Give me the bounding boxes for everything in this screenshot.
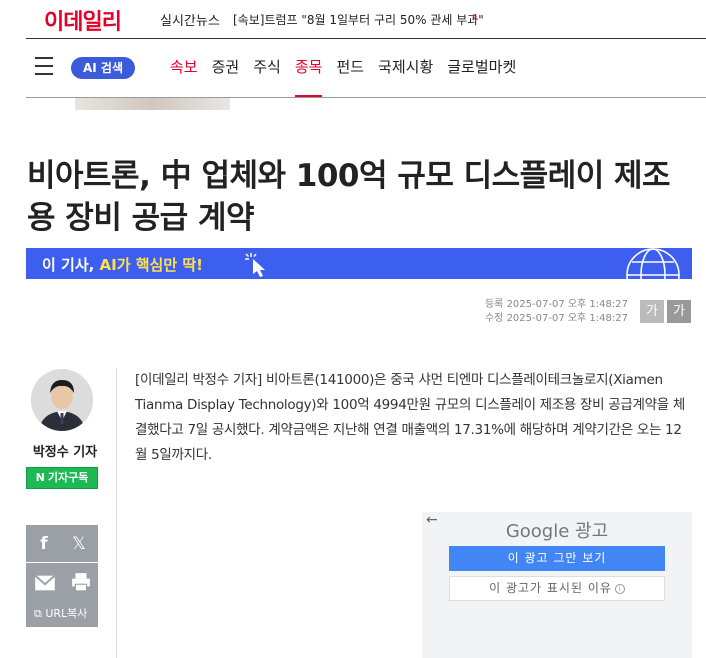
ad-title: Google 광고 (505, 521, 609, 542)
google-ad: ← Google 광고 이 광고 그만 보기 이 광고가 표시된 이유 i (422, 512, 692, 658)
registered-date: 등록 2025-07-07 오후 1:48:27 (484, 299, 628, 310)
sidebar-divider (116, 368, 117, 658)
globe-icon (626, 248, 680, 279)
nav-item-stocks[interactable]: 주식 (253, 56, 281, 98)
why-ad-button[interactable]: 이 광고가 표시된 이유 i (449, 576, 665, 601)
url-copy-button[interactable]: ⧉ URL복사 (34, 605, 87, 621)
link-icon: ⧉ (34, 607, 46, 620)
cursor-click-icon (245, 253, 265, 277)
stop-ad-button[interactable]: 이 광고 그만 보기 (449, 546, 665, 571)
share-row-url[interactable]: ⧉ URL복사 (26, 601, 98, 627)
ai-search-button[interactable]: AI 검색 (71, 57, 135, 79)
nav-item-intl-market[interactable]: 국제시황 (378, 56, 433, 98)
realtime-news-label[interactable]: 실시간뉴스 (160, 10, 220, 29)
email-icon[interactable] (34, 573, 56, 593)
font-size-large-button[interactable]: 가 (667, 300, 691, 323)
article-headline: 비아트론, 中 업체와 100억 규모 디스플레이 제조용 장비 공급 계약 (27, 158, 671, 236)
top-bar: 이데일리 실시간뉴스 [속보]트럼프 "8월 1일부터 구리 50% 관세 부과… (0, 0, 706, 38)
menu-icon[interactable] (35, 57, 53, 75)
ticker-next-icon[interactable]: › (472, 9, 478, 25)
nav-item-breaking[interactable]: 속보 (170, 56, 198, 98)
info-icon: i (614, 584, 625, 594)
font-size-small-button[interactable]: 가 (640, 300, 664, 323)
ai-banner-text: 이 기사, AI가 핵심만 딱! (42, 256, 204, 274)
share-row-social: f 𝕏 (26, 525, 98, 563)
x-icon[interactable]: 𝕏 (68, 534, 90, 554)
facebook-icon[interactable]: f (33, 534, 55, 554)
author-name[interactable]: 박정수 기자 (30, 441, 100, 460)
print-icon[interactable] (70, 572, 92, 592)
share-row-tools (26, 563, 98, 601)
nav-item-global-market[interactable]: 글로벌마켓 (447, 56, 516, 98)
news-ticker[interactable]: [속보]트럼프 "8월 1일부터 구리 50% 관세 부과" (233, 11, 484, 28)
nav-item-fund[interactable]: 펀드 (336, 56, 364, 98)
site-logo[interactable]: 이데일리 (44, 4, 122, 36)
thumbnail-strip (75, 98, 230, 110)
ai-summary-banner[interactable]: 이 기사, AI가 핵심만 딱! (26, 248, 692, 279)
main-nav: 속보 증권 주식 종목 펀드 국제시황 글로벌마켓 (170, 56, 530, 98)
nav-item-ticker[interactable]: 종목 (294, 56, 322, 98)
article-dates: 등록 2025-07-07 오후 1:48:27 수정 2025-07-07 오… (480, 298, 628, 326)
subscribe-reporter-button[interactable]: N 기자구독 (26, 467, 98, 489)
modified-date: 수정 2025-07-07 오후 1:48:27 (484, 313, 628, 324)
nav-item-securities[interactable]: 증권 (212, 56, 240, 98)
author-avatar[interactable] (31, 369, 93, 431)
article-body: [이데일리 박정수 기자] 비아트론(141000)은 중국 샤먼 티엔마 디스… (135, 372, 685, 463)
header-divider (26, 38, 706, 39)
